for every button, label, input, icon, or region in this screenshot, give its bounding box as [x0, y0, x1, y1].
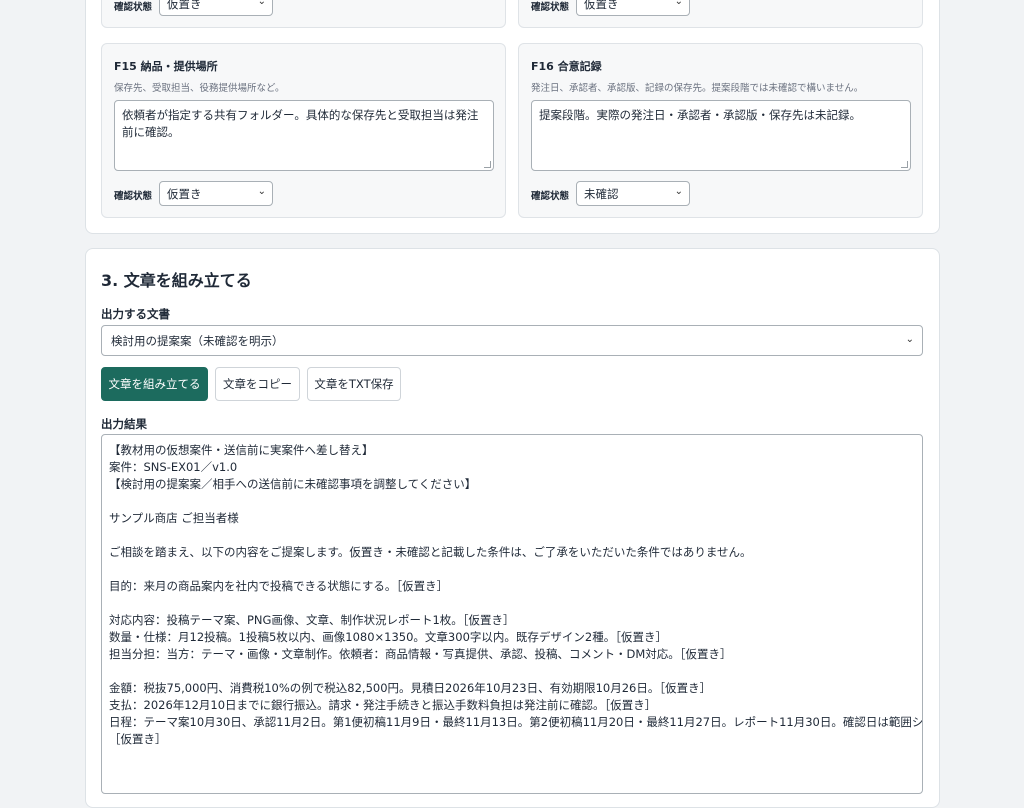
result-line: 日程：テーマ案10月30日、承認11月2日。第1便初稿11月9日・最終11月13… [109, 715, 923, 729]
result-line: 金額：税抜75,000円、消費税10%の例で税込82,500円。見積日2026年… [109, 681, 712, 695]
chevron-down-icon: ⌄ [674, 186, 683, 197]
field-hint: 保存先、受取担当、役務提供場所など。 [114, 83, 285, 94]
result-label: 出力結果 [101, 417, 147, 431]
result-line: 対応内容：投稿テーマ案、PNG画像、文章、制作状況レポート1枚。［仮置き］ [109, 613, 515, 627]
resize-grip-icon[interactable] [484, 161, 491, 168]
result-line: 数量・仕様：月12投稿。1投稿5枚以内、画像1080×1350。文章300字以内… [109, 630, 667, 644]
chevron-down-icon: ⌄ [674, 0, 683, 7]
status-label: 確認状態 [114, 2, 153, 13]
status-select[interactable]: 仮置き ⌄ [576, 0, 690, 16]
chevron-down-icon: ⌄ [257, 0, 266, 7]
copy-button[interactable]: 文章をコピー [215, 367, 300, 401]
status-select[interactable]: 仮置き ⌄ [159, 0, 273, 16]
chevron-down-icon: ⌄ [257, 186, 266, 197]
delivery-location-textarea[interactable]: 依頼者が指定する共有フォルダー。具体的な保存先と受取担当は発注前に確認。 [114, 100, 494, 171]
result-textarea[interactable]: 【教材用の仮想案件・送信前に実案件へ差し替え】 案件：SNS-EX01／v1.0… [101, 434, 923, 794]
status-label: 確認状態 [114, 191, 153, 202]
output-document-label: 出力する文書 [101, 307, 170, 321]
section-title: 3. 文章を組み立てる [101, 271, 252, 290]
result-line [109, 595, 915, 612]
save-txt-button[interactable]: 文章をTXT保存 [307, 367, 401, 401]
status-label: 確認状態 [531, 191, 570, 202]
field-card-partial-right: 確認状態 仮置き ⌄ [518, 0, 923, 28]
result-line [109, 663, 915, 680]
status-select[interactable]: 未確認 ⌄ [576, 181, 690, 206]
result-line [109, 493, 915, 510]
result-line [109, 527, 915, 544]
result-line: 担当分担：当方：テーマ・画像・文章制作。依頼者：商品情報・写真提供、承認、投稿、… [109, 647, 732, 661]
assemble-button[interactable]: 文章を組み立てる [101, 367, 208, 401]
field-card-f15: F15 納品・提供場所 保存先、受取担当、役務提供場所など。 依頼者が指定する共… [101, 43, 506, 218]
result-line: サンプル商店 ご担当者様 [109, 511, 239, 525]
status-label: 確認状態 [531, 2, 570, 13]
result-line: 【教材用の仮想案件・送信前に実案件へ差し替え】 [109, 443, 374, 457]
field-title: F15 納品・提供場所 [114, 60, 218, 73]
result-line: 支払：2026年12月10日までに銀行振込。請求・発注手続きと振込手数料負担は発… [109, 698, 657, 712]
output-document-select[interactable]: 検討用の提案案（未確認を明示） ⌄ [101, 325, 923, 356]
result-line [109, 561, 915, 578]
chevron-down-icon: ⌄ [905, 334, 914, 345]
field-title: F16 合意記録 [531, 60, 602, 73]
result-line: 目的：来月の商品案内を社内で投稿できる状態にする。［仮置き］ [109, 579, 449, 593]
result-line: 【検討用の提案案／相手への送信前に未確認事項を調整してください】 [109, 477, 477, 491]
field-card-f16: F16 合意記録 発注日、承認者、承認版、記録の保存先。提案段階では未確認で構い… [518, 43, 923, 218]
result-line: ご相談を踏まえ、以下の内容をご提案します。仮置き・未確認と記載した条件は、ご了承… [109, 545, 752, 559]
status-select[interactable]: 仮置き ⌄ [159, 181, 273, 206]
resize-grip-icon[interactable] [901, 161, 908, 168]
field-card-partial-left: 確認状態 仮置き ⌄ [101, 0, 506, 28]
field-hint: 発注日、承認者、承認版、記録の保存先。提案段階では未確認で構いません。 [531, 83, 864, 94]
agreement-record-textarea[interactable]: 提案段階。実際の発注日・承認者・承認版・保存先は未記録。 [531, 100, 911, 171]
result-line: 案件：SNS-EX01／v1.0 [109, 460, 238, 474]
result-line: ［仮置き］ [109, 732, 167, 746]
